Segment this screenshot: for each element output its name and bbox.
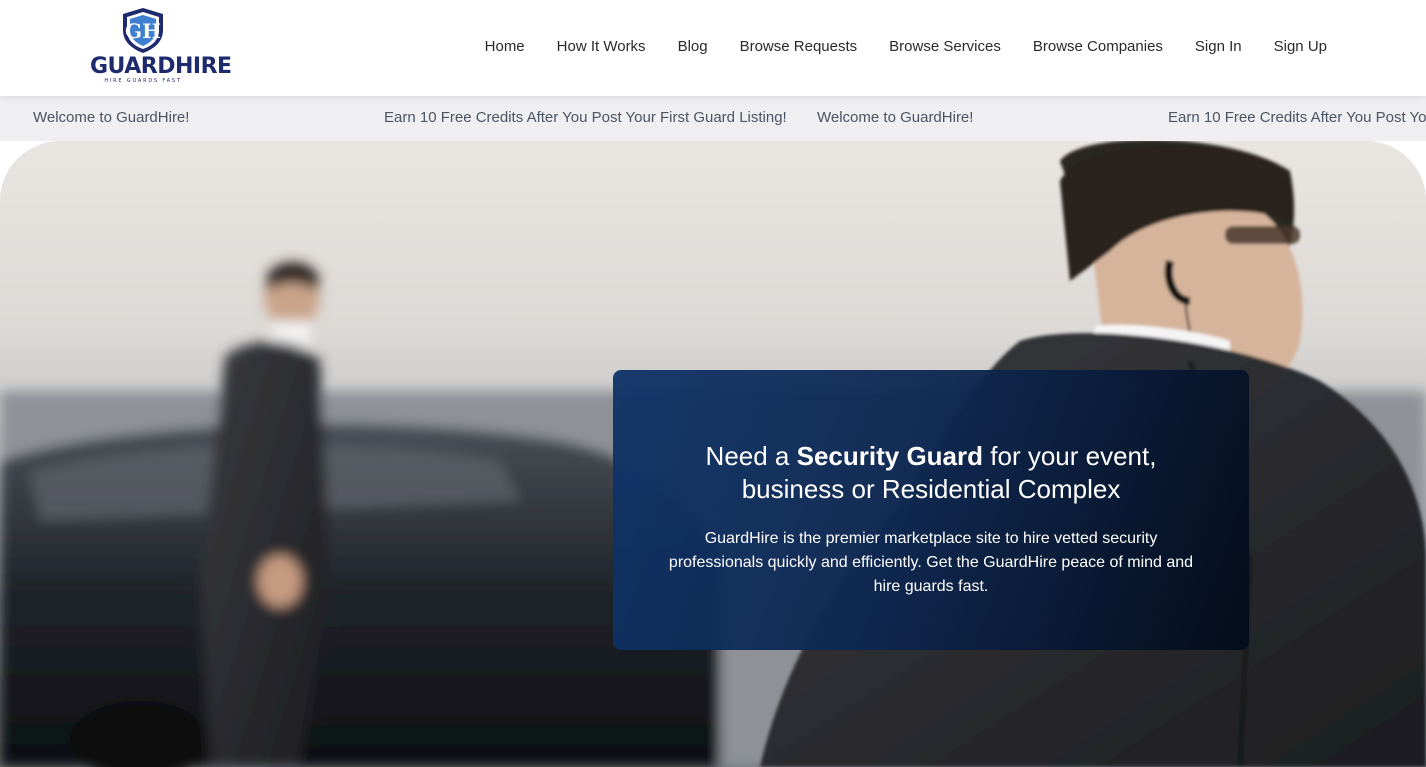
- nav-browse-requests[interactable]: Browse Requests: [740, 37, 858, 57]
- hero-heading-line2: business or Residential Complex: [741, 474, 1121, 504]
- hero-card: Need a Security Guard for your event, bu…: [613, 370, 1249, 650]
- announcement-ticker: Welcome to GuardHire! Earn 10 Free Credi…: [0, 96, 1426, 141]
- nav-browse-companies[interactable]: Browse Companies: [1033, 37, 1163, 57]
- nav-browse-services[interactable]: Browse Services: [889, 37, 1001, 57]
- hero-heading-suffix: for your event,: [983, 441, 1157, 471]
- nav-how-it-works[interactable]: How It Works: [557, 37, 646, 57]
- ticker-message: Welcome to GuardHire!: [817, 109, 974, 126]
- nav-blog[interactable]: Blog: [678, 37, 708, 57]
- hero-heading-highlight: Security Guard: [796, 441, 984, 471]
- hero-heading: Need a Security Guard for your event, bu…: [633, 440, 1229, 506]
- hero-description: GuardHire is the premier marketplace sit…: [668, 530, 1194, 595]
- logo-monogram: GH: [125, 19, 161, 43]
- hero-section: Need a Security Guard for your event, bu…: [0, 141, 1426, 767]
- nav-sign-up[interactable]: Sign Up: [1274, 37, 1327, 57]
- guardhire-logo[interactable]: GH GUARDHIRE HIRE GUARDS FAST: [90, 6, 232, 90]
- nav-sign-in[interactable]: Sign In: [1195, 37, 1242, 57]
- ticker-message: Welcome to GuardHire!: [33, 109, 190, 126]
- shield-logo-icon: GH: [123, 8, 163, 53]
- logo-tagline: HIRE GUARDS FAST: [104, 78, 182, 84]
- logo-wordmark: GUARDHIRE: [90, 54, 232, 79]
- main-nav: Home How It Works Blog Browse Requests B…: [485, 37, 1327, 57]
- site-header: GH GUARDHIRE HIRE GUARDS FAST Home How I…: [0, 0, 1426, 96]
- hero-heading-prefix: Need a: [705, 441, 797, 471]
- ticker-message: Earn 10 Free Credits After You Post Your…: [384, 109, 787, 126]
- nav-home[interactable]: Home: [485, 37, 525, 57]
- ticker-message: Earn 10 Free Credits After You Post Your…: [1168, 109, 1426, 126]
